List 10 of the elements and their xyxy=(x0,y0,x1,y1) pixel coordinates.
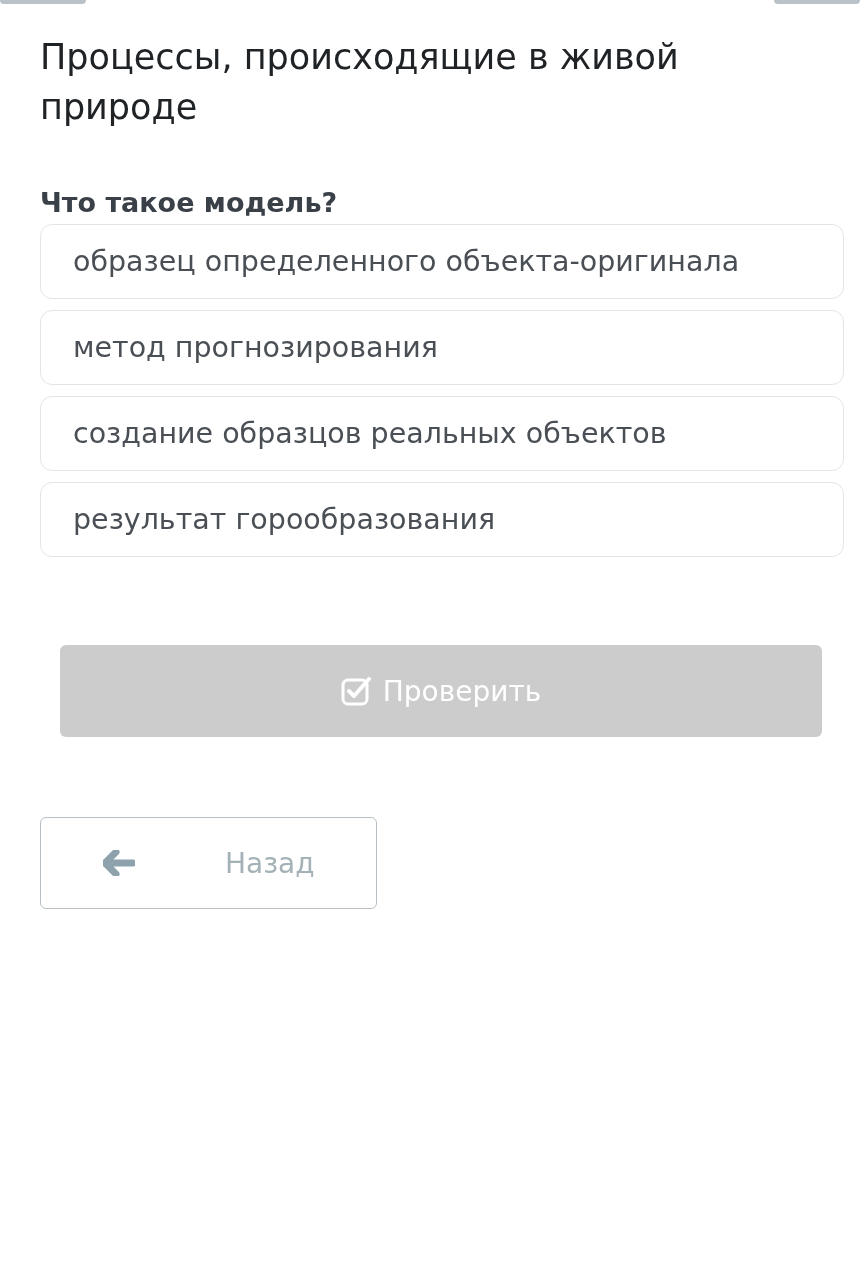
answer-option[interactable]: результат горообразования xyxy=(40,482,844,557)
question-text: Что такое модель? xyxy=(40,186,339,220)
page-title: Процессы, происходящие в живой природе xyxy=(40,36,680,129)
cut-off-button[interactable] xyxy=(774,0,860,4)
answer-option[interactable]: образец определенного объекта-оригинала xyxy=(40,224,844,299)
cut-off-button[interactable] xyxy=(0,0,86,4)
answer-option[interactable]: создание образцов реальных объектов xyxy=(40,396,844,471)
checkbox-tick-icon xyxy=(340,676,371,706)
arrow-left-icon xyxy=(103,850,135,876)
answer-option[interactable]: метод прогнозирования xyxy=(40,310,844,385)
